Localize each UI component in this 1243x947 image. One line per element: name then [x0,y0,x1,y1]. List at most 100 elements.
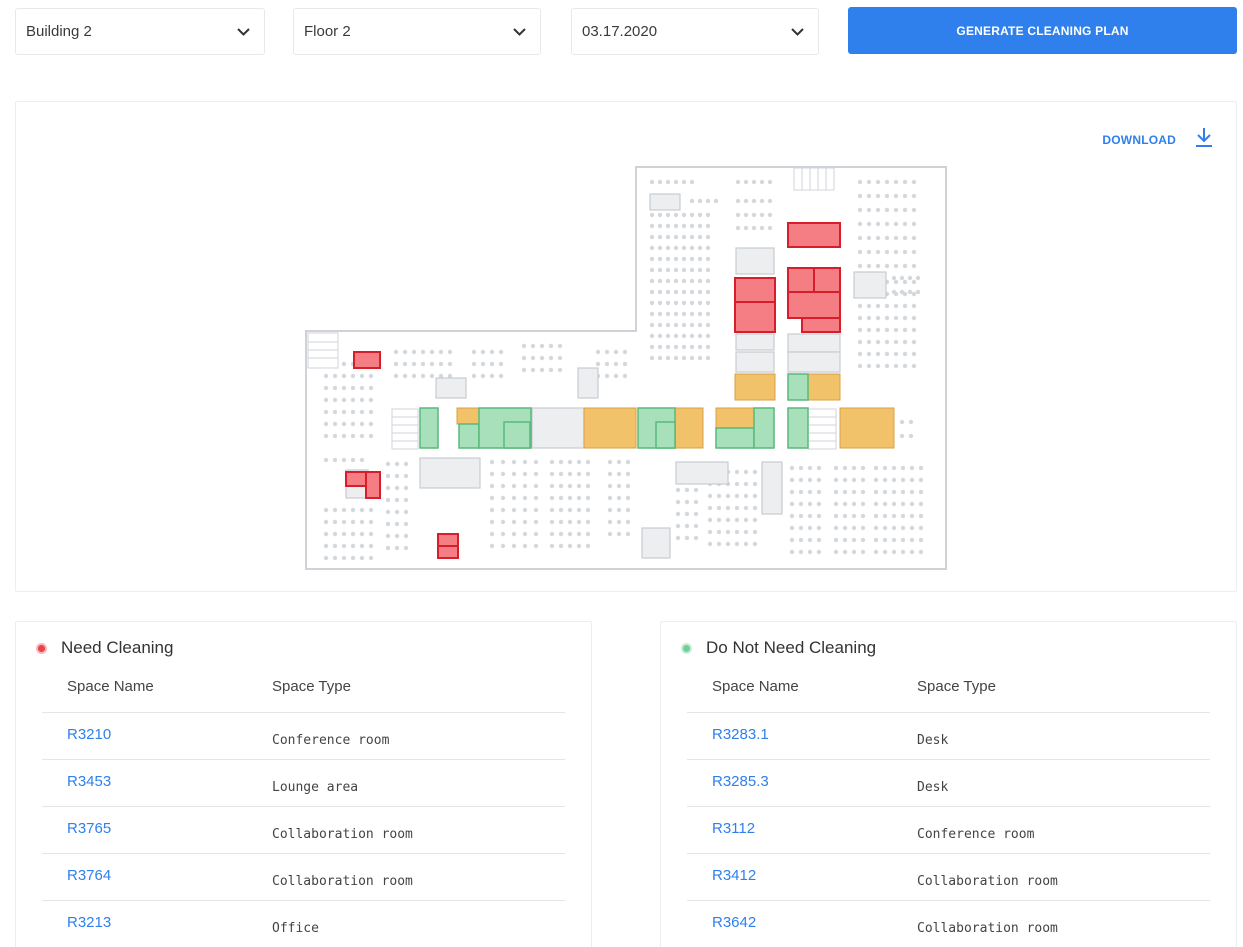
floor-plan-map[interactable] [16,102,1238,593]
generate-cleaning-plan-button[interactable]: GENERATE CLEANING PLAN [848,7,1237,54]
desk-dot [751,198,757,204]
building-select[interactable]: Building 2 [15,8,265,55]
red-status-dot-icon [36,642,47,654]
desk-dot [359,507,365,513]
desk-dot [350,519,356,525]
date-select[interactable]: 03.17.2020 [571,8,819,55]
desk-dot [891,489,897,495]
desk-dot [332,519,338,525]
desk-dot [368,409,374,415]
desk-dot [735,198,741,204]
desk-dot [533,531,539,537]
space-name-link[interactable]: R3210 [67,726,111,743]
desk-dot [909,465,915,471]
desk-dot [693,523,699,529]
desk-dot [625,519,631,525]
desk-dot [393,361,399,367]
desk-dot [673,289,679,295]
desk-dot [385,545,391,551]
desk-dot [616,459,622,465]
desk-dot [697,223,703,229]
desk-dot [909,549,915,555]
desk-dot [866,351,872,357]
desk-dot [900,525,906,531]
desk-dot [693,535,699,541]
desk-dot [368,555,374,561]
space-name-link[interactable]: R3764 [67,867,111,884]
desk-dot [665,300,671,306]
desk-dot [866,249,872,255]
desk-dot [882,513,888,519]
desk-dot [911,291,917,297]
desk-dot [420,349,426,355]
desk-dot [649,223,655,229]
desk-dot [697,256,703,262]
desk-dot [350,555,356,561]
desk-dot [911,303,917,309]
desk-dot [866,327,872,333]
space-name-link[interactable]: R3453 [67,773,111,790]
space-name-link[interactable]: R3765 [67,820,111,837]
desk-dot [798,477,804,483]
desk-dot [359,457,365,463]
desk-dot [918,549,924,555]
space-name-link[interactable]: R3213 [67,914,111,931]
desk-dot [807,549,813,555]
desk-dot [332,385,338,391]
desk-dot [857,303,863,309]
desk-dot [393,349,399,355]
desk-dot [735,225,741,231]
desk-dot [705,344,711,350]
desk-dot [649,278,655,284]
desk-dot [875,249,881,255]
desk-dot [385,461,391,467]
desk-dot [558,507,564,513]
desk-dot [673,245,679,251]
desk-dot [500,507,506,513]
desk-dot [833,477,839,483]
desk-dot [323,409,329,415]
desk-dot [558,483,564,489]
space-name-link[interactable]: R3112 [712,820,755,837]
desk-dot [673,267,679,273]
desk-dot [576,495,582,501]
desk-dot [595,361,601,367]
space-name-link[interactable]: R3642 [712,914,756,931]
floor-select[interactable]: Floor 2 [293,8,541,55]
desk-dot [657,344,663,350]
desk-dot [657,223,663,229]
no-cleaning-table: R3283.1 Desk R3285.3 Desk R3112 Conference … [687,712,1210,947]
space-name-link[interactable]: R3283.1 [712,726,769,743]
desk-dot [332,409,338,415]
desk-dot [411,373,417,379]
desk-dot [616,483,622,489]
desk-dot [902,235,908,241]
desk-dot [350,531,356,537]
desk-dot [866,235,872,241]
desk-dot [882,537,888,543]
desk-dot [911,249,917,255]
desk-dot [873,501,879,507]
space-name-link[interactable]: R3285.3 [712,773,769,790]
desk-dot [866,179,872,185]
desk-dot [489,459,495,465]
desk-dot [657,267,663,273]
desk-dot [558,495,564,501]
desk-dot [625,459,631,465]
desk-dot [893,235,899,241]
desk-dot [567,543,573,549]
desk-dot [681,300,687,306]
space-name-link[interactable]: R3412 [712,867,756,884]
desk-dot [902,351,908,357]
desk-dot [350,543,356,549]
desk-dot [884,315,890,321]
desk-dot [576,519,582,525]
desk-dot [665,234,671,240]
desk-dot [842,537,848,543]
space-type: Desk [917,780,949,795]
desk-dot [341,421,347,427]
space-type: Office [272,921,319,936]
desk-dot [665,333,671,339]
desk-dot [511,519,517,525]
desk-dot [613,349,619,355]
